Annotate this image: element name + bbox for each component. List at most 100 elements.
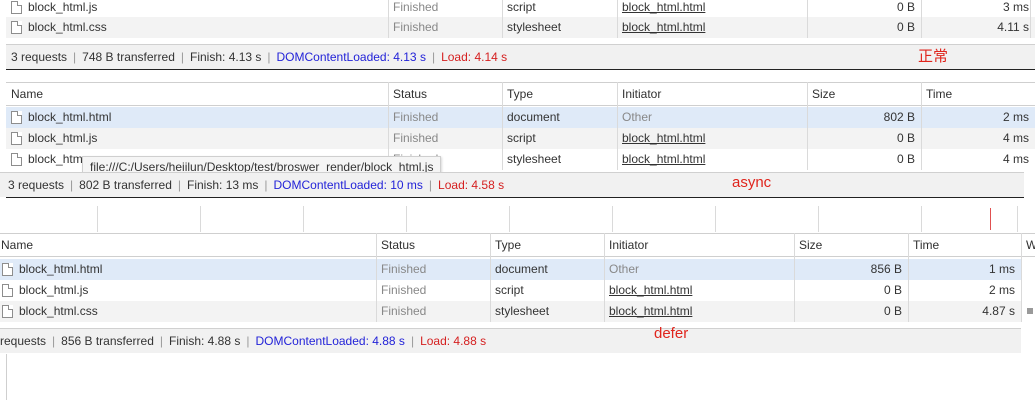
column-divider[interactable] xyxy=(502,0,503,38)
timeline-tick xyxy=(818,206,819,232)
status-cell: Finished xyxy=(393,110,439,124)
header-time[interactable]: Time xyxy=(921,83,1035,105)
column-divider[interactable] xyxy=(388,0,389,38)
table-row[interactable]: block_html.css Finished stylesheet block… xyxy=(0,301,1021,322)
table-row[interactable]: block_html.html Finished document Other … xyxy=(0,259,1021,280)
timeline-tick xyxy=(715,206,716,232)
dom-content-loaded: DOMContentLoaded: 4.88 s xyxy=(255,334,405,348)
file-icon xyxy=(11,1,22,14)
header-initiator[interactable]: Initiator xyxy=(604,234,794,256)
time-cell: 1 ms xyxy=(988,262,1015,276)
timeline-tick xyxy=(612,206,613,232)
column-divider[interactable] xyxy=(617,0,618,38)
name-cell: block_html.html xyxy=(6,107,388,128)
file-icon xyxy=(11,153,22,166)
annotation-normal: 正常 xyxy=(918,48,949,65)
header-size[interactable]: Size xyxy=(794,234,908,256)
time-cell: 4 ms xyxy=(1002,152,1029,166)
type-cell: stylesheet xyxy=(495,304,550,318)
initiator-link[interactable]: block_html.html xyxy=(622,152,705,166)
header-initiator[interactable]: Initiator xyxy=(617,83,807,105)
timeline-tick xyxy=(406,206,407,232)
time-cell: 2 ms xyxy=(988,283,1015,297)
status-cell: Finished xyxy=(381,304,427,318)
type-cell: script xyxy=(507,0,536,14)
table-row[interactable]: block_html.html Finished document Other … xyxy=(6,107,1035,128)
file-icon xyxy=(2,263,13,276)
timeline-tick xyxy=(200,206,201,232)
requests-count: 3 requests xyxy=(8,178,65,192)
column-divider[interactable] xyxy=(794,233,795,322)
initiator-link[interactable]: block_html.html xyxy=(609,283,692,297)
type-cell: document xyxy=(507,110,560,124)
header-size[interactable]: Size xyxy=(807,83,921,105)
initiator-link[interactable]: block_html.html xyxy=(609,304,692,318)
column-divider[interactable] xyxy=(921,82,922,170)
name-cell: block_html.css xyxy=(6,17,388,38)
name-cell: block_html.html xyxy=(0,259,376,280)
size-cell: 0 B xyxy=(883,283,902,297)
status-summary: 3 requests | 802 B transferred | Finish: 13 … xyxy=(0,172,1024,197)
type-cell: stylesheet xyxy=(507,20,562,34)
column-divider[interactable] xyxy=(1021,233,1022,322)
column-divider[interactable] xyxy=(807,0,808,38)
header-type[interactable]: Type xyxy=(502,83,617,105)
header-name[interactable]: Name xyxy=(0,234,376,256)
name-cell: block_html.js xyxy=(0,280,376,301)
column-divider[interactable] xyxy=(617,82,618,170)
table-header: Name Status Type Initiator Size Time xyxy=(6,82,1035,106)
left-edge xyxy=(6,354,7,400)
column-divider[interactable] xyxy=(921,0,922,38)
divider-line xyxy=(6,197,1024,198)
header-name[interactable]: Name xyxy=(6,83,388,105)
column-divider[interactable] xyxy=(908,233,909,322)
table-row[interactable]: block_html.js Finished script block_html… xyxy=(6,128,1035,149)
initiator-cell: block_html.html xyxy=(617,149,807,170)
file-icon xyxy=(2,305,13,318)
timeline-tick xyxy=(1017,206,1018,232)
dom-content-loaded: DOMContentLoaded: 4.13 s xyxy=(276,50,426,64)
time-cell: 2 ms xyxy=(1002,110,1029,124)
requests-count: requests xyxy=(0,334,47,348)
initiator-cell: block_html.html xyxy=(617,17,807,38)
header-status[interactable]: Status xyxy=(388,83,502,105)
type-cell: script xyxy=(495,283,524,297)
status-summary: 3 requests | 748 B transferred | Finish: 4.1… xyxy=(6,44,1035,69)
dom-content-loaded: DOMContentLoaded: 10 ms xyxy=(273,178,423,192)
status-cell: Finished xyxy=(393,0,439,14)
finish-time: Finish: 13 ms xyxy=(187,178,259,192)
header-time[interactable]: Time xyxy=(908,234,1022,256)
timeline-overview[interactable] xyxy=(0,206,1035,232)
transferred-size: 748 B transferred xyxy=(82,50,175,64)
time-cell: 4.87 s xyxy=(982,304,1015,318)
header-extra[interactable]: W xyxy=(1022,234,1035,256)
name-cell: block_html.js xyxy=(6,128,388,149)
status-cell: Finished xyxy=(381,283,427,297)
initiator-cell: block_html.html xyxy=(617,0,807,17)
header-type[interactable]: Type xyxy=(490,234,604,256)
status-summary: requests | 856 B transferred | Finish: 4.88 … xyxy=(0,328,1021,353)
load-time: Load: 4.88 s xyxy=(420,334,487,348)
column-divider[interactable] xyxy=(807,82,808,170)
initiator-link[interactable]: block_html.html xyxy=(622,131,705,145)
column-divider[interactable] xyxy=(1030,0,1031,38)
column-divider[interactable] xyxy=(376,233,377,322)
size-cell: 0 B xyxy=(883,304,902,318)
table-row[interactable]: block_html.js Finished script block_html… xyxy=(6,0,1035,17)
initiator-cell: block_html.html xyxy=(604,301,794,322)
initiator-cell: block_html.html xyxy=(604,280,794,301)
header-status[interactable]: Status xyxy=(376,234,490,256)
column-divider[interactable] xyxy=(490,233,491,322)
scrollbar-thumb[interactable] xyxy=(1027,308,1033,314)
size-cell: 0 B xyxy=(896,0,915,14)
table-row[interactable]: block_html.js Finished script block_html… xyxy=(0,280,1021,301)
table-header: Name Status Type Initiator Size Time W xyxy=(0,233,1035,257)
size-cell: 0 B xyxy=(896,152,915,166)
column-divider[interactable] xyxy=(604,233,605,322)
timeline-tick xyxy=(921,206,922,232)
table-row[interactable]: block_html.css Finished stylesheet block… xyxy=(6,17,1035,38)
initiator-link[interactable]: block_html.html xyxy=(622,20,705,34)
initiator-link[interactable]: block_html.html xyxy=(622,0,705,14)
column-divider[interactable] xyxy=(502,82,503,170)
transferred-size: 856 B transferred xyxy=(61,334,154,348)
